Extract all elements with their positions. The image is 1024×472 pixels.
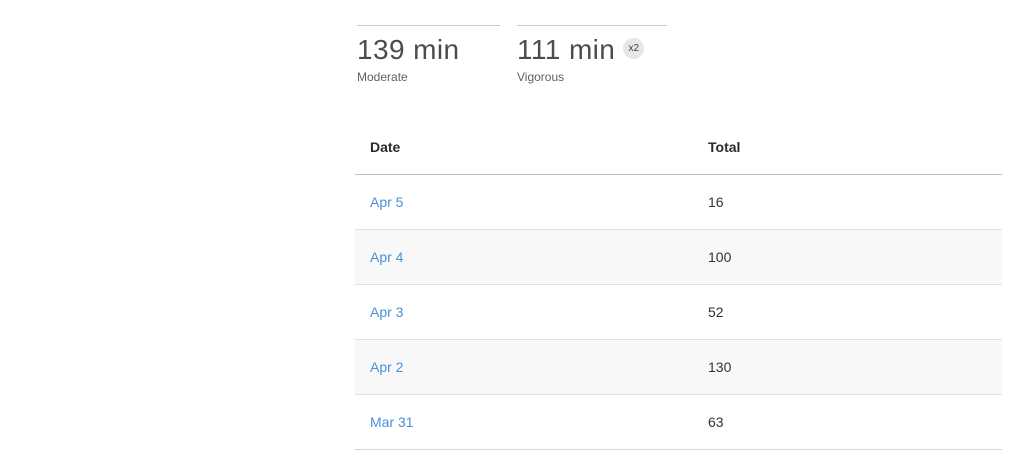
table-row: Apr 4 100	[355, 230, 1002, 285]
table-row: Apr 5 16	[355, 175, 1002, 230]
total-value: 16	[708, 194, 724, 210]
table-header-row: Date Total	[355, 120, 1002, 175]
date-link[interactable]: Apr 5	[370, 194, 403, 210]
table-row: Apr 3 52	[355, 285, 1002, 340]
multiplier-badge: x2	[623, 37, 645, 59]
stat-moderate: 139 min Moderate	[357, 25, 500, 84]
stat-vigorous: 111 min x2 Vigorous	[517, 25, 667, 84]
moderate-minutes-value: 139 min	[357, 34, 460, 65]
total-value: 63	[708, 414, 724, 430]
activity-table: Date Total Apr 5 16 Apr 4 100 Apr 3 52 A…	[355, 120, 1002, 450]
date-link[interactable]: Apr 4	[370, 249, 403, 265]
table-row: Mar 31 63	[355, 395, 1002, 450]
total-value: 52	[708, 304, 724, 320]
moderate-label: Moderate	[357, 70, 408, 84]
vigorous-label: Vigorous	[517, 70, 565, 84]
vigorous-minutes-value: 111 min	[517, 34, 616, 65]
total-value: 100	[708, 249, 732, 265]
date-link[interactable]: Apr 3	[370, 304, 403, 320]
minutes-summary: 139 min Moderate 111 min x2 Vigorous	[357, 25, 1002, 84]
total-value: 130	[708, 359, 732, 375]
date-link[interactable]: Apr 2	[370, 359, 403, 375]
date-link[interactable]: Mar 31	[370, 414, 414, 430]
column-header-total: Total	[708, 139, 741, 155]
column-header-date: Date	[370, 139, 401, 155]
table-row: Apr 2 130	[355, 340, 1002, 395]
activity-log-panel: 139 min Moderate 111 min x2 Vigorous Dat…	[355, 0, 1002, 450]
